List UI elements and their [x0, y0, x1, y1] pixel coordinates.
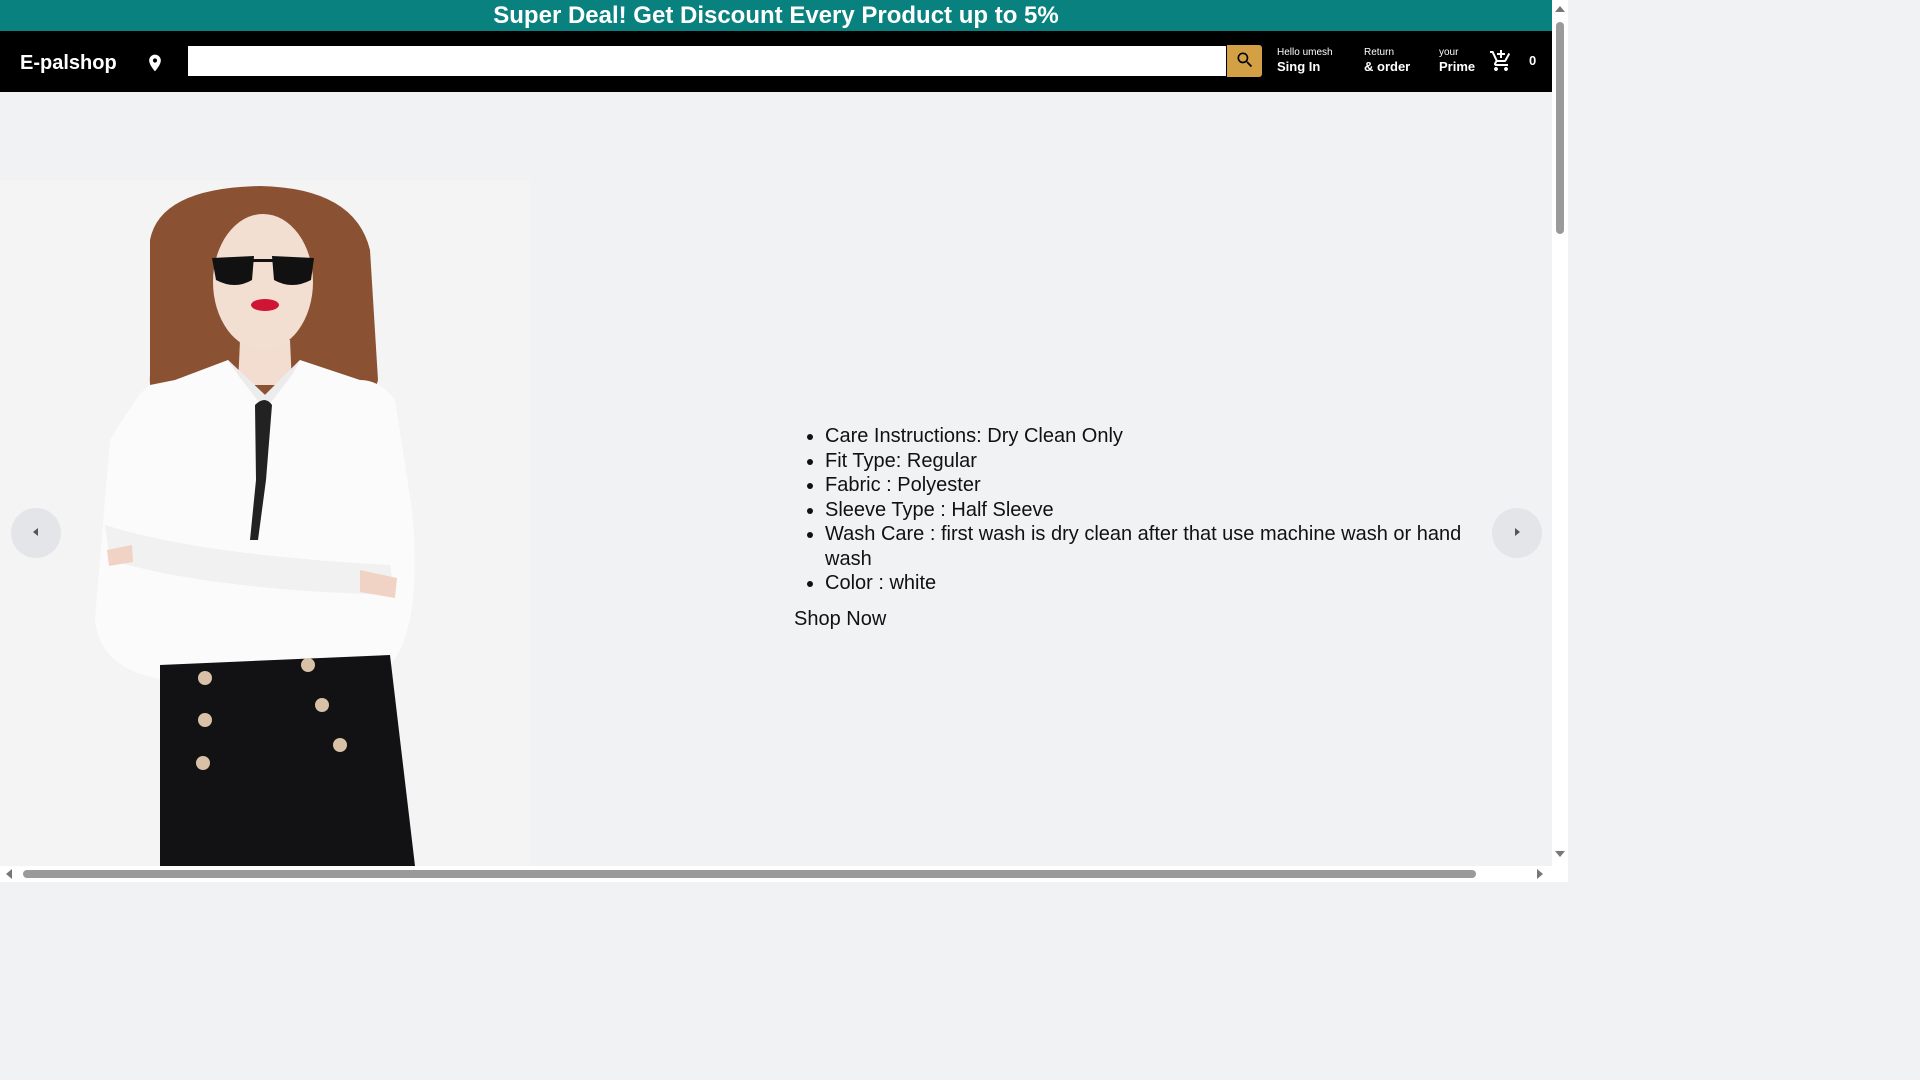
search-icon [1235, 50, 1255, 73]
scroll-left-arrow-icon[interactable] [6, 869, 12, 879]
shop-now-button[interactable]: Shop Now [794, 607, 886, 631]
returns-label: Return [1364, 47, 1395, 58]
orders-label: & order [1364, 59, 1411, 74]
horizontal-scrollbar[interactable] [0, 866, 1552, 882]
detail-sleeve-type: Sleeve Type : Half Sleeve [825, 498, 1494, 523]
detail-care-instructions: Care Instructions: Dry Clean Only [825, 424, 1494, 449]
prime-link[interactable]: your Prime [1439, 47, 1475, 75]
returns-orders[interactable]: Return & order [1364, 47, 1410, 75]
prime-your-label: your [1439, 47, 1459, 58]
promo-banner: Super Deal! Get Discount Every Product u… [0, 0, 1552, 31]
account-greeting: Hello umesh [1277, 47, 1333, 58]
sign-in-label: Sing In [1277, 59, 1321, 74]
site-logo[interactable]: E-palshop [20, 51, 117, 75]
scroll-up-arrow-icon[interactable] [1555, 6, 1565, 12]
chevron-right-icon [1512, 524, 1522, 542]
search-input[interactable] [188, 46, 1226, 76]
search-button[interactable] [1227, 45, 1262, 77]
product-details-list: Care Instructions: Dry Clean Only Fit Ty… [794, 424, 1494, 596]
cart-count: 0 [1529, 53, 1537, 68]
product-image [0, 180, 530, 866]
scroll-right-arrow-icon[interactable] [1537, 869, 1543, 879]
scroll-down-arrow-icon[interactable] [1555, 851, 1565, 857]
carousel-next-button[interactable] [1492, 508, 1542, 558]
detail-wash-care: Wash Care : first wash is dry clean afte… [825, 522, 1494, 571]
horizontal-scroll-thumb[interactable] [23, 870, 1476, 878]
navbar: E-palshop Hello umesh Sing In Return & o… [0, 31, 1552, 92]
carousel-prev-button[interactable] [11, 508, 61, 558]
chevron-left-icon [31, 524, 41, 542]
location-pin-icon[interactable] [145, 51, 165, 75]
detail-color: Color : white [825, 571, 1494, 596]
product-details: Care Instructions: Dry Clean Only Fit Ty… [794, 424, 1494, 631]
scrollbar-corner [1552, 866, 1568, 882]
add-shopping-cart-icon[interactable] [1489, 49, 1513, 73]
account-sign-in[interactable]: Hello umesh Sing In [1277, 47, 1333, 75]
vertical-scrollbar[interactable] [1552, 0, 1568, 866]
prime-label: Prime [1439, 59, 1476, 74]
vertical-scroll-thumb[interactable] [1556, 22, 1564, 234]
detail-fit-type: Fit Type: Regular [825, 449, 1494, 474]
detail-fabric: Fabric : Polyester [825, 473, 1494, 498]
